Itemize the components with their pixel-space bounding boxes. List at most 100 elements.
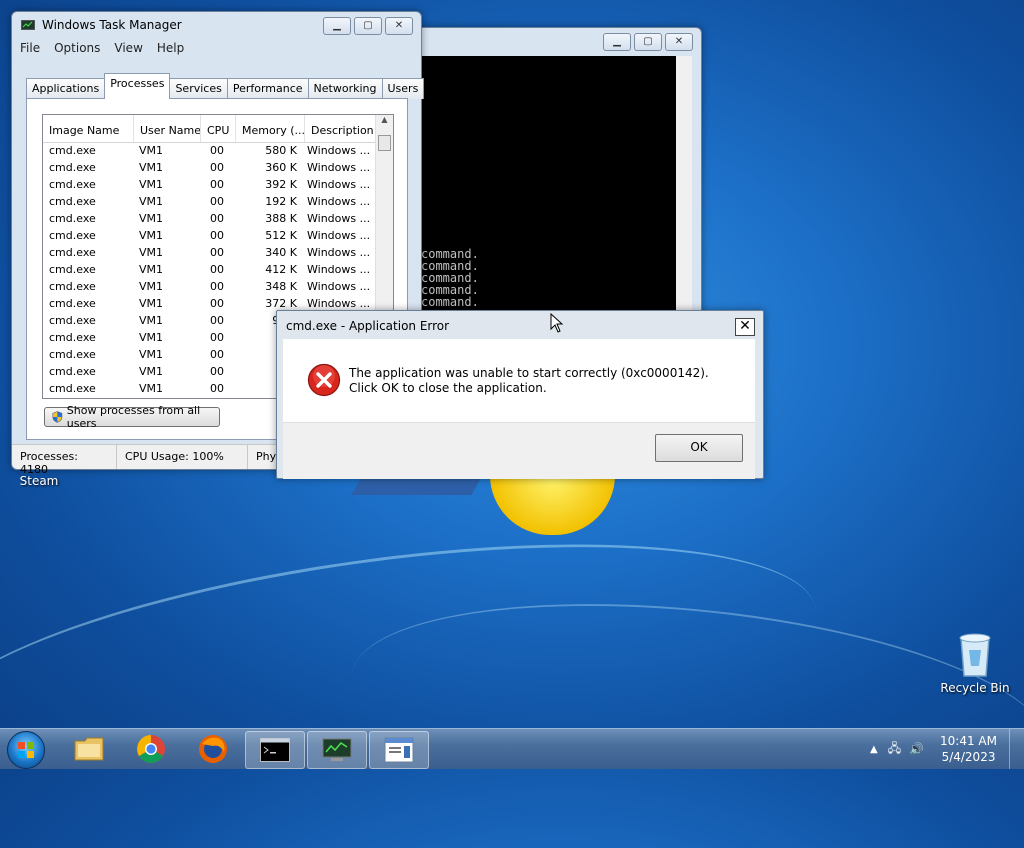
cell-memory: 512 K bbox=[265, 229, 297, 242]
show-all-processes-button[interactable]: Show processes from all users bbox=[44, 404, 220, 430]
cell-memory: 348 K bbox=[265, 280, 297, 293]
column-user-name[interactable]: User Name bbox=[134, 115, 201, 142]
table-row[interactable]: cmd.exe VM1 00 192 K Windows ... bbox=[43, 194, 393, 211]
volume-icon[interactable]: 🔊 bbox=[905, 742, 928, 756]
cell-user-name: VM1 bbox=[139, 144, 164, 157]
clock[interactable]: 10:41 AM 5/4/2023 bbox=[928, 733, 1009, 765]
cell-cpu: 00 bbox=[210, 297, 224, 310]
cell-cpu: 00 bbox=[210, 348, 224, 361]
taskbar-command-prompt[interactable] bbox=[245, 731, 305, 769]
process-list-header: Image Name User Name CPU Memory (... Des… bbox=[43, 115, 393, 143]
cell-user-name: VM1 bbox=[139, 195, 164, 208]
table-row[interactable]: cmd.exe VM1 00 360 K Windows ... bbox=[43, 160, 393, 177]
error-dialog-title: cmd.exe - Application Error bbox=[286, 319, 450, 333]
cell-memory: 412 K bbox=[265, 263, 297, 276]
ok-button[interactable]: OK bbox=[655, 434, 743, 462]
cell-image-name: cmd.exe bbox=[49, 178, 96, 191]
cell-user-name: VM1 bbox=[139, 161, 164, 174]
show-hidden-icons-icon[interactable]: ▲ bbox=[864, 744, 884, 755]
column-description[interactable]: Description bbox=[305, 115, 382, 142]
cell-description: Windows ... bbox=[307, 161, 371, 174]
scroll-thumb[interactable] bbox=[378, 135, 391, 151]
menu-view[interactable]: View bbox=[114, 41, 142, 55]
table-row[interactable]: cmd.exe VM1 00 392 K Windows ... bbox=[43, 177, 393, 194]
table-row[interactable]: cmd.exe VM1 00 388 K Windows ... bbox=[43, 211, 393, 228]
cell-user-name: VM1 bbox=[139, 178, 164, 191]
desktop-icon-recycle-bin[interactable]: Recycle Bin bbox=[940, 630, 1010, 695]
cell-image-name: cmd.exe bbox=[49, 212, 96, 225]
taskbar-chrome[interactable] bbox=[122, 731, 180, 767]
table-row[interactable]: cmd.exe VM1 00 512 K Windows ... bbox=[43, 228, 393, 245]
desktop-icon-label: Recycle Bin bbox=[940, 681, 1010, 695]
desktop-icon-steam[interactable]: Steam bbox=[14, 474, 64, 488]
maximize-button[interactable]: ▢ bbox=[354, 17, 382, 35]
cell-user-name: VM1 bbox=[139, 229, 164, 242]
close-button[interactable]: ✕ bbox=[735, 318, 755, 336]
cell-cpu: 00 bbox=[210, 382, 224, 395]
recycle-bin-icon bbox=[959, 633, 991, 677]
cell-user-name: VM1 bbox=[139, 365, 164, 378]
column-image-name[interactable]: Image Name bbox=[43, 115, 134, 142]
taskbar-firefox[interactable] bbox=[184, 731, 242, 767]
column-cpu[interactable]: CPU bbox=[201, 115, 236, 142]
error-dialog-titlebar[interactable]: cmd.exe - Application Error ✕ bbox=[277, 311, 763, 337]
cell-description: Windows ... bbox=[307, 212, 371, 225]
cell-cpu: 00 bbox=[210, 246, 224, 259]
error-dialog-footer: OK bbox=[283, 422, 755, 479]
column-memory[interactable]: Memory (... bbox=[236, 115, 305, 142]
tab-performance[interactable]: Performance bbox=[226, 78, 309, 99]
cell-image-name: cmd.exe bbox=[49, 161, 96, 174]
table-row[interactable]: cmd.exe VM1 00 348 K Windows ... bbox=[43, 279, 393, 296]
cell-cpu: 00 bbox=[210, 365, 224, 378]
cell-description: Windows ... bbox=[307, 263, 371, 276]
tab-services[interactable]: Services bbox=[169, 78, 228, 99]
minimize-button[interactable]: ▁ bbox=[603, 33, 631, 51]
menu-help[interactable]: Help bbox=[157, 41, 184, 55]
taskbar-task-manager[interactable] bbox=[307, 731, 367, 769]
folder-icon bbox=[74, 737, 104, 761]
cell-image-name: cmd.exe bbox=[49, 365, 96, 378]
tab-processes[interactable]: Processes bbox=[104, 73, 171, 99]
start-button[interactable] bbox=[7, 731, 45, 769]
cell-cpu: 00 bbox=[210, 178, 224, 191]
status-cpu-usage: CPU Usage: 100% bbox=[117, 445, 248, 469]
tab-users[interactable]: Users bbox=[381, 78, 425, 99]
tab-applications[interactable]: Applications bbox=[26, 78, 106, 99]
cell-memory: 360 K bbox=[265, 161, 297, 174]
cell-description: Windows ... bbox=[307, 144, 371, 157]
table-row[interactable]: cmd.exe VM1 00 340 K Windows ... bbox=[43, 245, 393, 262]
taskbar-error-dialog[interactable] bbox=[369, 731, 429, 769]
cell-user-name: VM1 bbox=[139, 246, 164, 259]
cell-image-name: cmd.exe bbox=[49, 229, 96, 242]
error-message: The application was unable to start corr… bbox=[349, 366, 709, 395]
close-button[interactable]: ✕ bbox=[665, 33, 693, 51]
firefox-icon bbox=[199, 735, 227, 763]
menu-file[interactable]: File bbox=[20, 41, 40, 55]
maximize-button[interactable]: ▢ bbox=[634, 33, 662, 51]
table-row[interactable]: cmd.exe VM1 00 412 K Windows ... bbox=[43, 262, 393, 279]
status-processes: Processes: 4180 bbox=[12, 445, 117, 476]
cell-memory: 388 K bbox=[265, 212, 297, 225]
minimize-button[interactable]: ▁ bbox=[323, 17, 351, 35]
cell-cpu: 00 bbox=[210, 161, 224, 174]
clock-date: 5/4/2023 bbox=[941, 750, 996, 764]
cell-user-name: VM1 bbox=[139, 212, 164, 225]
cell-cpu: 00 bbox=[210, 331, 224, 344]
table-row[interactable]: cmd.exe VM1 00 580 K Windows ... bbox=[43, 143, 393, 160]
menu-options[interactable]: Options bbox=[54, 41, 100, 55]
cell-image-name: cmd.exe bbox=[49, 331, 96, 344]
error-dialog[interactable]: cmd.exe - Application Error ✕ The applic… bbox=[276, 310, 764, 479]
cell-memory: 580 K bbox=[265, 144, 297, 157]
show-desktop-button[interactable] bbox=[1009, 729, 1024, 769]
taskbar-explorer[interactable] bbox=[60, 731, 118, 767]
console-scrollbar[interactable] bbox=[676, 56, 692, 314]
cell-description: Windows ... bbox=[307, 195, 371, 208]
cell-memory: 392 K bbox=[265, 178, 297, 191]
console-titlebar[interactable]: ▁ ▢ ✕ bbox=[414, 28, 701, 54]
network-icon[interactable]: 🖧 bbox=[884, 739, 905, 760]
tab-networking[interactable]: Networking bbox=[307, 78, 383, 99]
cell-description: Windows ... bbox=[307, 246, 371, 259]
close-button[interactable]: ✕ bbox=[385, 17, 413, 35]
chrome-icon bbox=[137, 735, 165, 763]
task-manager-titlebar[interactable]: Windows Task Manager ▁ ▢ ✕ bbox=[12, 12, 421, 38]
